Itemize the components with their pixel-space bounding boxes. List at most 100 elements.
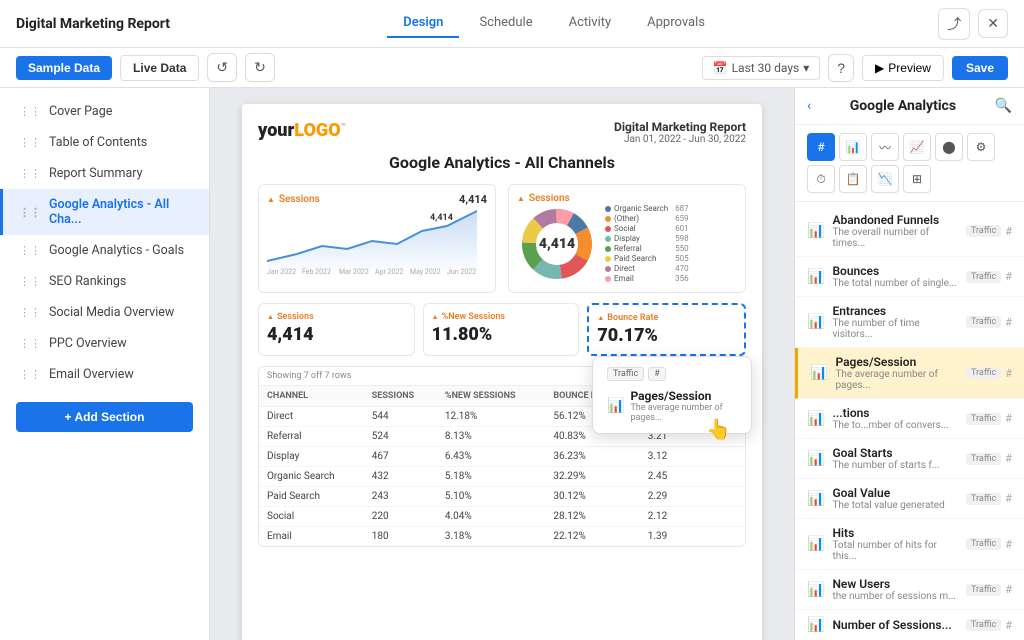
- date-range-picker[interactable]: 📅 Last 30 days ▾: [702, 56, 821, 80]
- bar-chart-icon[interactable]: 📊: [839, 133, 867, 161]
- wave-icon[interactable]: 〰: [871, 133, 899, 161]
- metric-item-abandoned-funnels[interactable]: 📊 Abandoned Funnels The overall number o…: [795, 206, 1024, 257]
- metric-chart-icon: 📊: [807, 223, 824, 239]
- top-tabs: Design Schedule Activity Approvals: [186, 9, 922, 38]
- metric-chart-icon: 📊: [810, 365, 827, 381]
- metric-tags: Traffic #: [966, 619, 1012, 632]
- add-section-button[interactable]: + Add Section: [16, 402, 193, 432]
- tab-design[interactable]: Design: [387, 9, 459, 38]
- table-cell: 22.12%: [545, 527, 639, 547]
- table-cell: 3.18%: [437, 527, 545, 547]
- legend-item: Social601: [605, 224, 689, 233]
- sidebar-item-summary[interactable]: ⋮⋮ Report Summary: [0, 158, 209, 189]
- tab-schedule[interactable]: Schedule: [463, 9, 548, 38]
- metric-tag: Traffic: [966, 584, 1001, 596]
- metric-name: Bounces: [832, 264, 958, 278]
- live-data-button[interactable]: Live Data: [120, 55, 199, 81]
- sidebar-item-ppc[interactable]: ⋮⋮ PPC Overview: [0, 328, 209, 359]
- table-cell: 12.18%: [437, 407, 545, 427]
- legend-item: (Other)659: [605, 214, 689, 223]
- sidebar-item-toc[interactable]: ⋮⋮ Table of Contents: [0, 127, 209, 158]
- metric-hash[interactable]: #: [1005, 270, 1012, 283]
- table-cell: 2.12: [640, 507, 745, 527]
- metric-item-hits[interactable]: 📊 Hits Total number of hits for this... …: [795, 519, 1024, 570]
- drag-icon: ⋮⋮: [19, 368, 41, 381]
- share-button[interactable]: ⤴: [938, 8, 970, 40]
- metric-item-number-of-sessions[interactable]: 📊 Number of Sessions... Traffic #: [795, 610, 1024, 640]
- drag-icon: ⋮⋮: [19, 244, 41, 257]
- metric-tag: Traffic: [966, 493, 1001, 505]
- close-button[interactable]: ✕: [978, 9, 1008, 38]
- stat-bounce-rate-value: 70.17%: [597, 325, 736, 346]
- save-button[interactable]: Save: [952, 56, 1008, 80]
- table-cell: 5.18%: [437, 467, 545, 487]
- metric-chart-icon: 📊: [807, 269, 824, 285]
- right-panel: ‹ Google Analytics 🔍 #📊〰📈⬤⚙⏱📋📉⊞ 📊 Abando…: [794, 88, 1024, 640]
- sidebar-item-ga-all[interactable]: ⋮⋮ Google Analytics - All Cha...: [0, 189, 209, 235]
- area-chart-icon[interactable]: 📉: [871, 165, 899, 193]
- line-chart-icon[interactable]: 📈: [903, 133, 931, 161]
- back-button[interactable]: ‹: [807, 98, 811, 114]
- table-cell: 2.29: [640, 487, 745, 507]
- metric-hash[interactable]: #: [1005, 225, 1012, 238]
- preview-button[interactable]: ▶ Preview: [862, 55, 944, 81]
- gear-icon[interactable]: ⚙: [967, 133, 995, 161]
- metric-info: Bounces The total number of single...: [832, 264, 958, 289]
- report-main-title: Google Analytics - All Channels: [258, 153, 746, 172]
- table-row: Organic Search4325.18%32.29%2.45: [259, 467, 745, 487]
- drag-icon: ⋮⋮: [19, 206, 41, 219]
- metric-hash[interactable]: #: [1005, 619, 1012, 632]
- metric-item-goal-starts[interactable]: 📊 Goal Starts The number of starts f... …: [795, 439, 1024, 479]
- metric-item-new-users[interactable]: 📊 New Users the number of sessions m... …: [795, 570, 1024, 610]
- circle-icon[interactable]: ⬤: [935, 133, 963, 161]
- undo-button[interactable]: ↺: [207, 53, 237, 82]
- metric-hash[interactable]: #: [1005, 538, 1012, 551]
- grid-icon[interactable]: ⊞: [903, 165, 931, 193]
- tab-activity[interactable]: Activity: [553, 9, 628, 38]
- legend-item: Email356: [605, 274, 689, 283]
- metric-item-bounces[interactable]: 📊 Bounces The total number of single... …: [795, 257, 1024, 297]
- sidebar-item-social[interactable]: ⋮⋮ Social Media Overview: [0, 297, 209, 328]
- sidebar-item-email[interactable]: ⋮⋮ Email Overview: [0, 359, 209, 390]
- svg-text:Apr 2022: Apr 2022: [375, 268, 403, 276]
- metric-item-goal-value[interactable]: 📊 Goal Value The total value generated T…: [795, 479, 1024, 519]
- drag-icon: ⋮⋮: [19, 337, 41, 350]
- app-title: Digital Marketing Report: [16, 16, 170, 32]
- metric-hash[interactable]: #: [1005, 492, 1012, 505]
- table-cell: 432: [364, 467, 437, 487]
- sidebar-item-ga-goals[interactable]: ⋮⋮ Google Analytics - Goals: [0, 235, 209, 266]
- tab-approvals[interactable]: Approvals: [631, 9, 721, 38]
- metric-tags: Traffic #: [966, 316, 1012, 329]
- sample-data-button[interactable]: Sample Data: [16, 56, 112, 80]
- table-cell: Paid Search: [259, 487, 364, 507]
- metric-chart-icon: 📊: [807, 536, 824, 552]
- metric-list: 📊 Abandoned Funnels The overall number o…: [795, 202, 1024, 640]
- metric-item-pages-session[interactable]: 📊 Pages/Session The average number of pa…: [795, 348, 1024, 399]
- search-icon[interactable]: 🔍: [995, 98, 1012, 114]
- table-cell: 524: [364, 427, 437, 447]
- help-button[interactable]: ?: [828, 54, 854, 82]
- metric-tags: Traffic #: [966, 583, 1012, 596]
- top-actions: ⤴ ✕: [938, 8, 1008, 40]
- metric-hash[interactable]: #: [1005, 412, 1012, 425]
- metric-hash[interactable]: #: [1005, 583, 1012, 596]
- table-cell: 4.04%: [437, 507, 545, 527]
- metric-item-entrances[interactable]: 📊 Entrances The number of time visitors.…: [795, 297, 1024, 348]
- table-cell: Direct: [259, 407, 364, 427]
- metric-hash[interactable]: #: [1005, 367, 1012, 380]
- table-cell: 2.45: [640, 467, 745, 487]
- clock-icon[interactable]: ⏱: [807, 165, 835, 193]
- metric-hash[interactable]: #: [1005, 452, 1012, 465]
- stat-sessions-value: 4,414: [267, 324, 406, 345]
- svg-text:May 2022: May 2022: [410, 268, 441, 276]
- metric-item-conversions[interactable]: 📊 ...tions The to...mber of convers... T…: [795, 399, 1024, 439]
- icon-grid: #📊〰📈⬤⚙ ⏱📋📉⊞: [795, 125, 1024, 202]
- metric-desc: Total number of hits for this...: [832, 540, 958, 562]
- sidebar-item-seo[interactable]: ⋮⋮ SEO Rankings: [0, 266, 209, 297]
- hash-icon[interactable]: #: [807, 133, 835, 161]
- table-cell: 6.43%: [437, 447, 545, 467]
- sidebar-item-cover[interactable]: ⋮⋮ Cover Page: [0, 96, 209, 127]
- redo-button[interactable]: ↻: [245, 53, 275, 82]
- table-icon[interactable]: 📋: [839, 165, 867, 193]
- metric-hash[interactable]: #: [1005, 316, 1012, 329]
